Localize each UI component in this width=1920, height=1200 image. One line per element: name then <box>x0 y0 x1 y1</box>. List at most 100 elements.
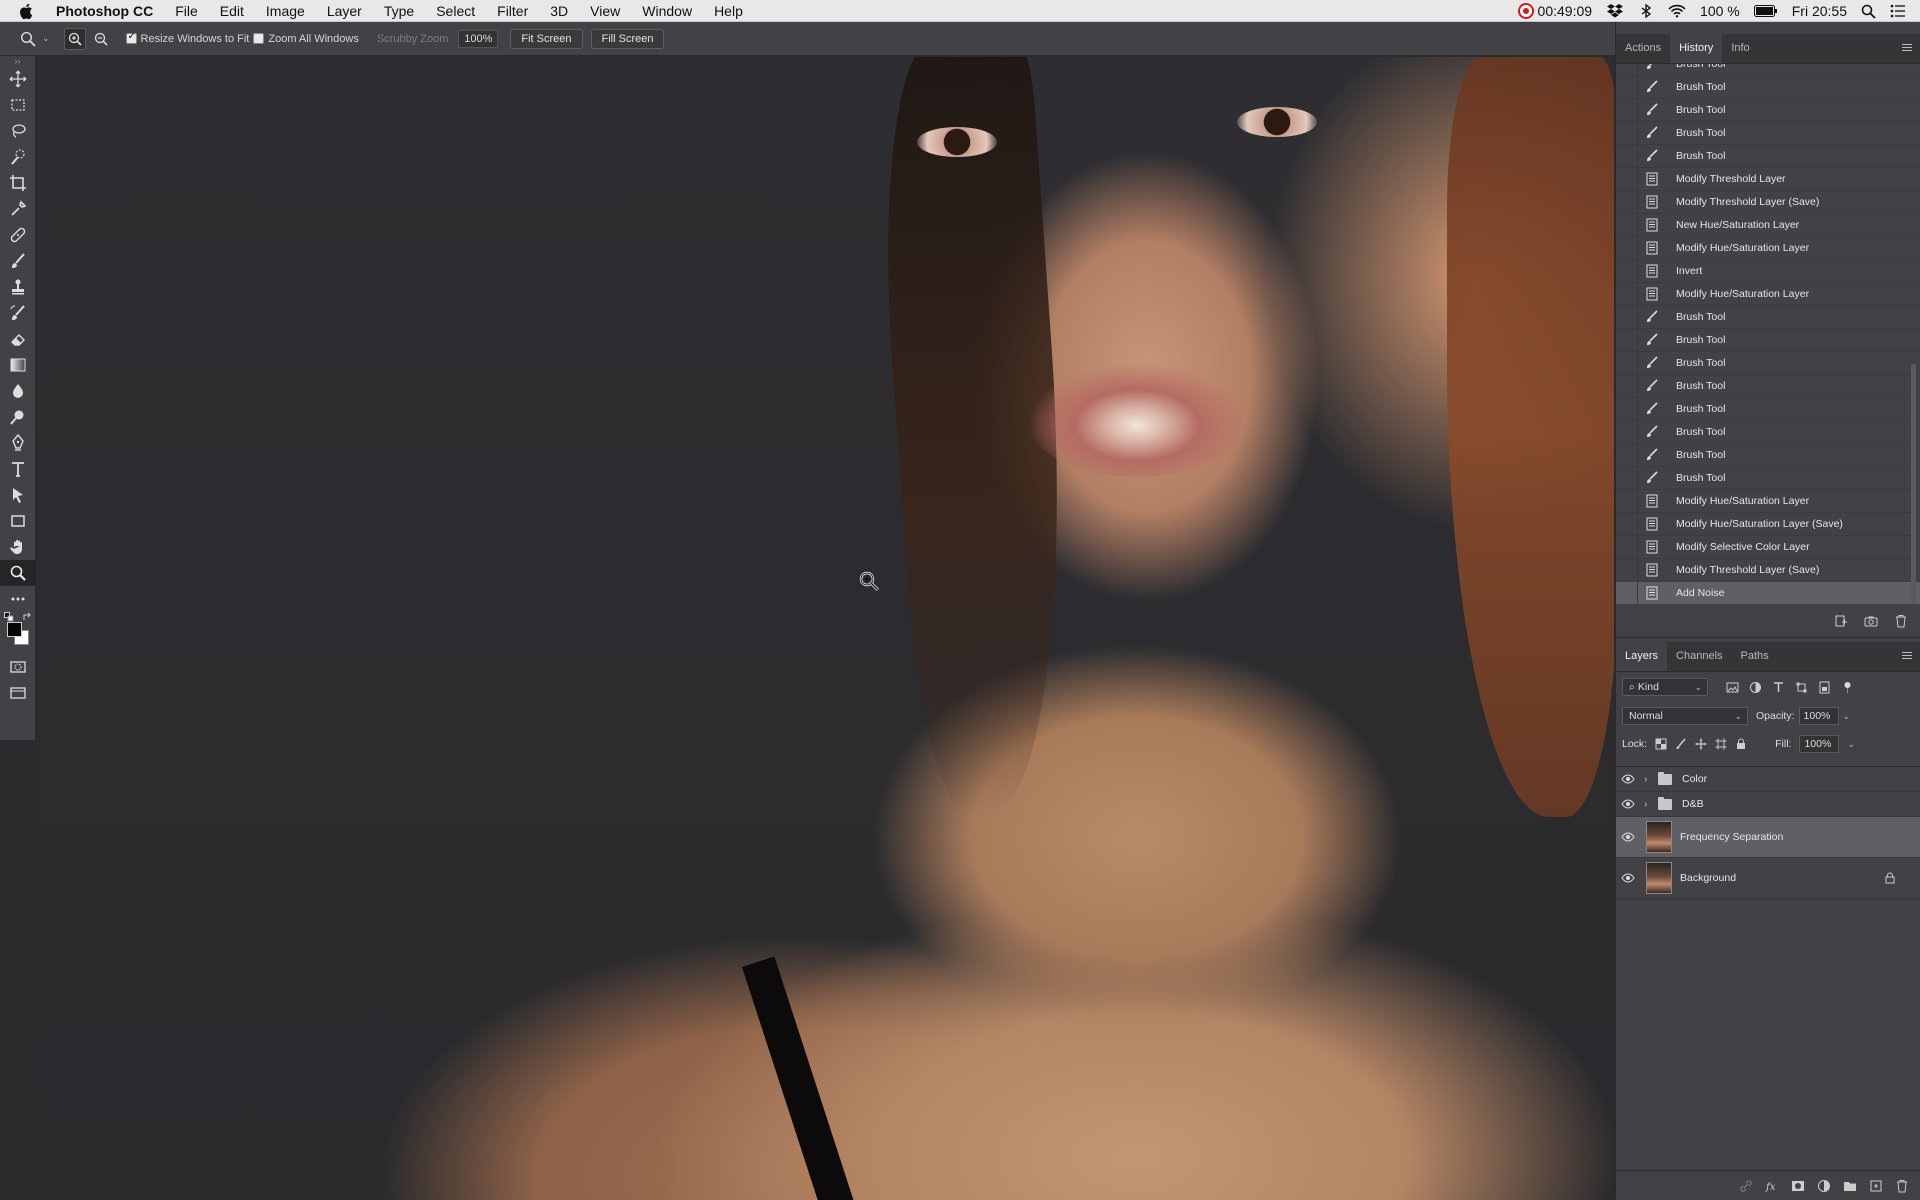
tab-paths[interactable]: Paths <box>1732 641 1778 671</box>
layer-lock-icon[interactable] <box>1884 872 1896 884</box>
delete-layer-trash-icon[interactable] <box>1895 1179 1909 1193</box>
spotlight-search-icon[interactable] <box>1861 4 1876 19</box>
tool-preset-picker[interactable]: ⌄ <box>20 31 50 47</box>
type-layer-filter-icon[interactable] <box>1772 681 1785 694</box>
history-state-item[interactable]: Brush Tool <box>1616 351 1920 375</box>
zoom-out-mode-button[interactable] <box>90 28 112 50</box>
edit-toolbar-button[interactable] <box>0 586 36 612</box>
history-source-checkbox[interactable] <box>1616 397 1638 421</box>
smart-object-filter-icon[interactable] <box>1818 681 1831 694</box>
history-state-item[interactable]: Modify Hue/Saturation Layer <box>1616 282 1920 306</box>
zoom-all-windows-checkbox-box[interactable] <box>253 33 265 44</box>
group-expand-chevron-icon[interactable]: › <box>1644 774 1658 785</box>
new-adjustment-layer-icon[interactable] <box>1817 1179 1831 1193</box>
zoom-tool-button[interactable] <box>0 560 36 586</box>
lasso-tool-button[interactable] <box>0 118 36 144</box>
visibility-eye-icon[interactable] <box>1616 873 1640 883</box>
blend-mode-select[interactable]: Normal ⌄ <box>1622 707 1748 725</box>
history-source-checkbox[interactable] <box>1616 558 1638 582</box>
history-source-checkbox[interactable] <box>1616 466 1638 490</box>
history-source-checkbox[interactable] <box>1616 581 1638 604</box>
visibility-eye-icon[interactable] <box>1616 799 1640 809</box>
eraser-tool-button[interactable] <box>0 326 36 352</box>
foreground-color-swatch[interactable] <box>7 622 22 637</box>
layers-panel-menu-icon[interactable] <box>1902 650 1912 660</box>
history-state-item[interactable]: Brush Tool <box>1616 64 1920 76</box>
scrubby-zoom-option[interactable]: Scrubby Zoom <box>377 33 449 45</box>
menu-image[interactable]: Image <box>266 3 305 19</box>
clone-stamp-tool-button[interactable] <box>0 274 36 300</box>
group-expand-chevron-icon[interactable]: › <box>1644 799 1658 810</box>
menu-type[interactable]: Type <box>384 3 414 19</box>
history-state-item[interactable]: Brush Tool <box>1616 443 1920 467</box>
history-source-checkbox[interactable] <box>1616 121 1638 145</box>
link-layers-icon[interactable] <box>1739 1179 1753 1193</box>
history-source-checkbox[interactable] <box>1616 282 1638 306</box>
pixel-layer-filter-icon[interactable] <box>1726 681 1739 694</box>
menu-view[interactable]: View <box>590 3 620 19</box>
notification-center-icon[interactable] <box>1890 4 1906 18</box>
bluetooth-icon[interactable] <box>1638 3 1654 19</box>
zoom-percent-field[interactable]: 100% <box>458 29 499 48</box>
menu-layer[interactable]: Layer <box>327 3 362 19</box>
toolbar-collapse-handle[interactable]: ›› <box>0 56 35 66</box>
opacity-field[interactable]: 100% <box>1798 707 1839 725</box>
menu-window[interactable]: Window <box>642 3 692 19</box>
battery-icon[interactable] <box>1753 5 1778 17</box>
history-state-item[interactable]: Brush Tool <box>1616 305 1920 329</box>
history-source-checkbox[interactable] <box>1616 144 1638 168</box>
history-state-item[interactable]: New Hue/Saturation Layer <box>1616 213 1920 237</box>
menu-help[interactable]: Help <box>714 3 743 19</box>
brush-tool-button[interactable] <box>0 248 36 274</box>
layer-row-db[interactable]: › D&B <box>1616 792 1920 817</box>
new-layer-icon[interactable] <box>1869 1179 1883 1193</box>
gradient-tool-button[interactable] <box>0 352 36 378</box>
menu-filter[interactable]: Filter <box>497 3 528 19</box>
fit-screen-button[interactable]: Fit Screen <box>510 28 583 49</box>
hand-tool-button[interactable] <box>0 534 36 560</box>
resize-windows-checkbox-box[interactable] <box>125 31 137 44</box>
swap-colors-icon[interactable] <box>22 612 32 622</box>
document-canvas[interactable] <box>37 57 1614 1200</box>
tab-actions[interactable]: Actions <box>1616 33 1670 63</box>
lock-transparent-pixels-icon[interactable] <box>1655 738 1667 750</box>
history-brush-tool-button[interactable] <box>0 300 36 326</box>
menu-select[interactable]: Select <box>436 3 475 19</box>
visibility-eye-icon[interactable] <box>1616 832 1640 842</box>
quick-mask-button[interactable] <box>0 654 36 680</box>
history-state-item[interactable]: Modify Hue/Saturation Layer <box>1616 236 1920 260</box>
wifi-icon[interactable] <box>1668 4 1686 18</box>
new-document-from-state-icon[interactable] <box>1834 614 1848 628</box>
lock-image-pixels-icon[interactable] <box>1675 738 1687 750</box>
history-source-checkbox[interactable] <box>1616 443 1638 467</box>
new-group-folder-icon[interactable] <box>1843 1179 1857 1193</box>
history-state-item[interactable]: Modify Hue/Saturation Layer <box>1616 489 1920 513</box>
history-state-item[interactable]: Brush Tool <box>1616 466 1920 490</box>
layer-thumbnail[interactable] <box>1646 862 1672 894</box>
menu-file[interactable]: File <box>175 3 198 19</box>
fill-chevron-icon[interactable]: ⌄ <box>1847 739 1855 750</box>
path-selection-tool-button[interactable] <box>0 482 36 508</box>
screen-mode-button[interactable] <box>0 680 36 706</box>
history-source-checkbox[interactable] <box>1616 75 1638 99</box>
history-source-checkbox[interactable] <box>1616 64 1638 76</box>
lock-all-icon[interactable] <box>1735 738 1747 750</box>
tab-info[interactable]: Info <box>1722 33 1758 63</box>
layer-thumbnail[interactable] <box>1646 821 1672 853</box>
lock-position-icon[interactable] <box>1695 738 1707 750</box>
crop-tool-button[interactable] <box>0 170 36 196</box>
trash-icon[interactable] <box>1894 614 1908 628</box>
camera-snapshot-icon[interactable] <box>1864 614 1878 628</box>
lock-artboard-icon[interactable] <box>1715 738 1727 750</box>
menu-3d[interactable]: 3D <box>550 3 568 19</box>
app-name-menu[interactable]: Photoshop CC <box>56 3 153 19</box>
adjustment-layer-filter-icon[interactable] <box>1749 681 1762 694</box>
history-source-checkbox[interactable] <box>1616 351 1638 375</box>
history-source-checkbox[interactable] <box>1616 489 1638 513</box>
tab-history[interactable]: History <box>1670 33 1723 63</box>
history-state-item[interactable]: Brush Tool <box>1616 328 1920 352</box>
fill-field[interactable]: 100% <box>1799 735 1840 753</box>
history-state-item[interactable]: Modify Threshold Layer (Save) <box>1616 190 1920 214</box>
history-state-item[interactable]: Brush Tool <box>1616 374 1920 398</box>
layer-row-color[interactable]: › Color <box>1616 767 1920 792</box>
